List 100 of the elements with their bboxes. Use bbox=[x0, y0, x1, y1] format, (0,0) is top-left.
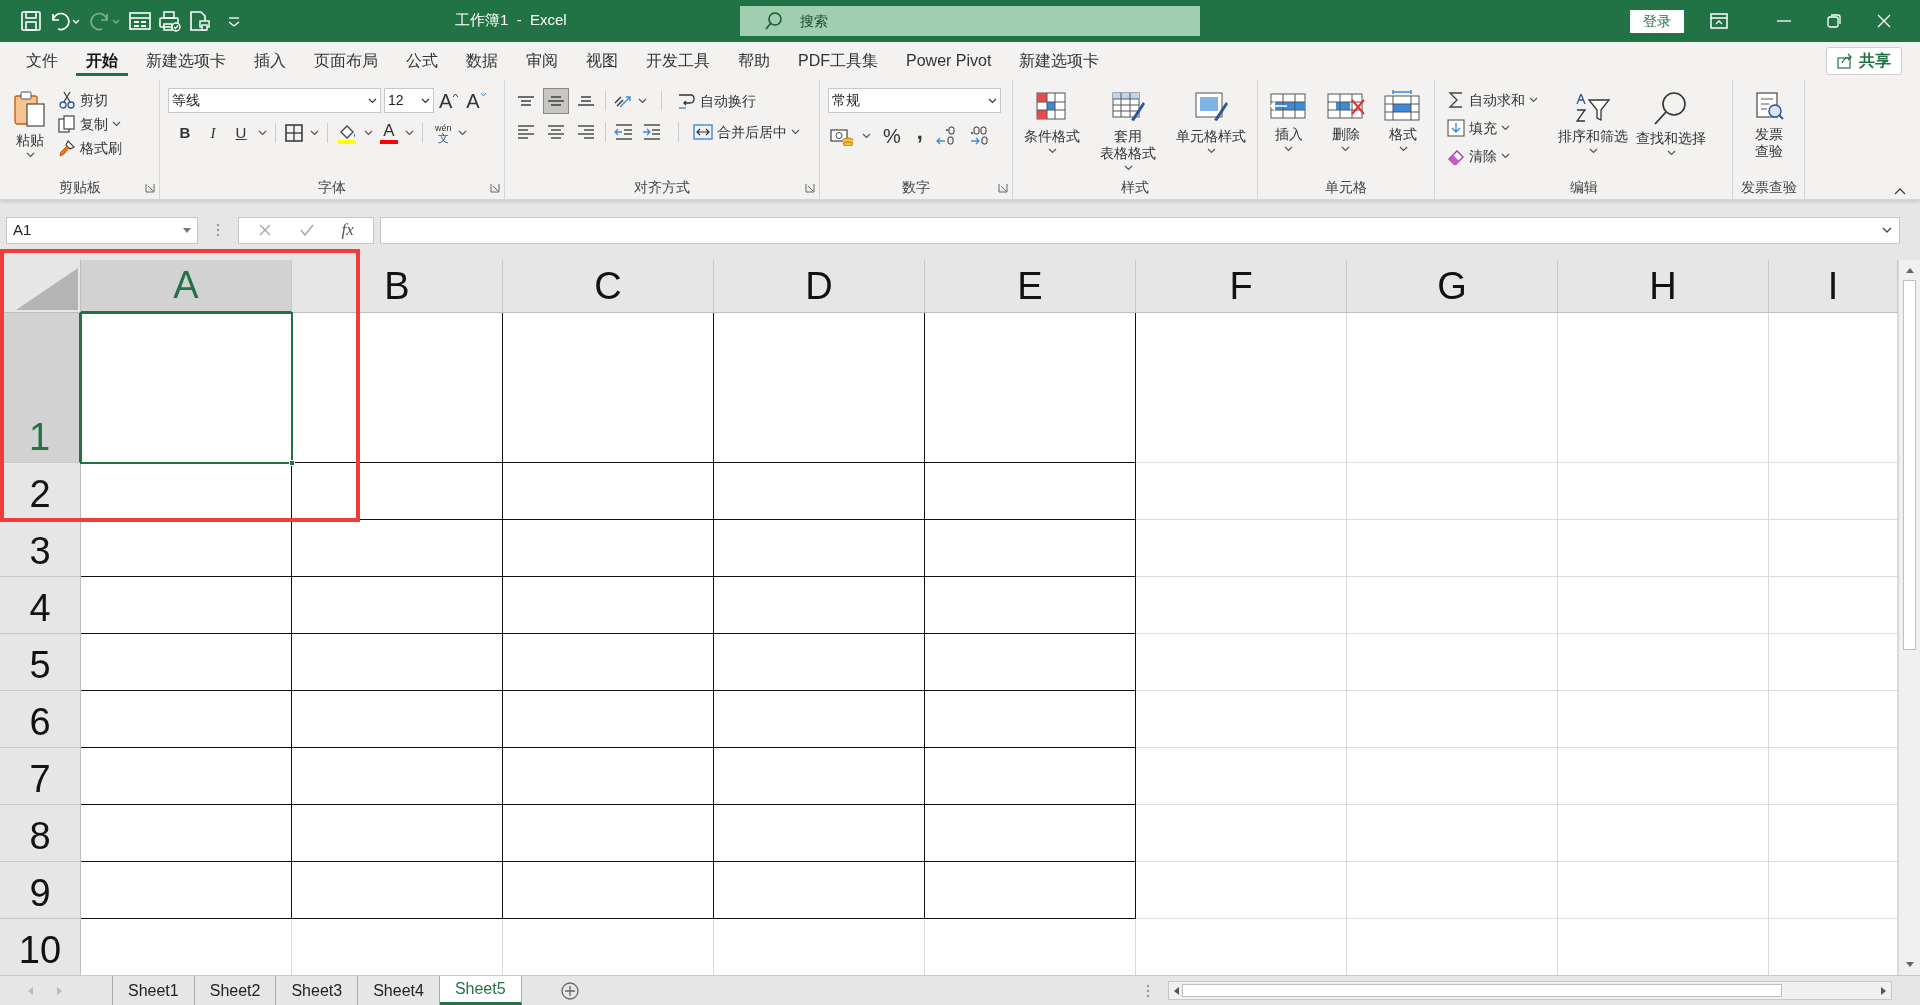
grid-cell[interactable] bbox=[81, 520, 292, 577]
phonetic-button[interactable]: wén 文 bbox=[435, 123, 452, 143]
invoice-check-button[interactable]: 发票 查验 bbox=[1752, 88, 1785, 168]
grid-cell[interactable] bbox=[81, 862, 292, 919]
grid-cell[interactable] bbox=[714, 862, 925, 919]
row-header[interactable]: 7 bbox=[0, 748, 81, 805]
grid-cell[interactable] bbox=[925, 805, 1136, 862]
grid-cell[interactable] bbox=[292, 634, 503, 691]
sort-filter-button[interactable]: 排序和筛选 bbox=[1558, 88, 1628, 168]
menu-tab[interactable]: 公式 bbox=[396, 46, 448, 76]
row-header[interactable]: 5 bbox=[0, 634, 81, 691]
insert-function-button[interactable]: fx bbox=[341, 217, 354, 243]
borders-icon[interactable] bbox=[284, 123, 304, 143]
grid-cell[interactable] bbox=[925, 862, 1136, 919]
sheet-tab[interactable]: Sheet3 bbox=[276, 976, 359, 1005]
menu-tab[interactable]: 页面布局 bbox=[304, 46, 388, 76]
fill-button[interactable]: 填充 bbox=[1447, 116, 1550, 140]
column-header[interactable]: C bbox=[503, 260, 714, 313]
column-header[interactable]: G bbox=[1347, 260, 1558, 313]
menu-tab[interactable]: PDF工具集 bbox=[788, 46, 888, 76]
menu-tab[interactable]: 新建选项卡 bbox=[1009, 46, 1110, 76]
scroll-up-icon[interactable] bbox=[1904, 266, 1915, 274]
grid-cell[interactable] bbox=[503, 748, 714, 805]
cut-button[interactable]: 剪切 bbox=[58, 88, 122, 112]
formula-input[interactable] bbox=[380, 216, 1900, 244]
row-header[interactable]: 9 bbox=[0, 862, 81, 919]
grid-cell[interactable] bbox=[503, 463, 714, 520]
scrollbar-thumb[interactable] bbox=[1182, 984, 1782, 997]
grid-cell[interactable] bbox=[714, 748, 925, 805]
sheet-tab[interactable]: Sheet4 bbox=[358, 976, 440, 1005]
menu-tab[interactable]: Power Pivot bbox=[896, 46, 1002, 76]
grid-cell[interactable] bbox=[925, 313, 1136, 463]
column-header[interactable]: H bbox=[1558, 260, 1769, 313]
grid-cell[interactable] bbox=[714, 313, 925, 463]
fill-handle[interactable] bbox=[289, 460, 295, 466]
underline-button[interactable]: U bbox=[230, 121, 252, 145]
row-header[interactable]: 4 bbox=[0, 577, 81, 634]
dialog-launcher-icon[interactable] bbox=[490, 183, 500, 193]
grid-cell[interactable] bbox=[81, 634, 292, 691]
grid-cell[interactable] bbox=[292, 748, 503, 805]
grid-cell[interactable] bbox=[292, 805, 503, 862]
currency-icon[interactable] bbox=[830, 126, 854, 146]
grid-cell[interactable] bbox=[292, 691, 503, 748]
grid-cell[interactable] bbox=[292, 577, 503, 634]
grid-cell[interactable] bbox=[925, 520, 1136, 577]
wrap-text-button[interactable]: 自动换行 bbox=[676, 89, 756, 113]
format-button[interactable]: 格式 bbox=[1383, 88, 1424, 168]
percent-button[interactable]: % bbox=[879, 121, 905, 151]
clear-button[interactable]: 清除 bbox=[1447, 144, 1550, 168]
grid-cell[interactable] bbox=[503, 805, 714, 862]
font-size-field[interactable]: 12 bbox=[384, 88, 434, 113]
menu-tab[interactable]: 数据 bbox=[456, 46, 508, 76]
grid-cell[interactable] bbox=[81, 805, 292, 862]
dialog-launcher-icon[interactable] bbox=[998, 183, 1008, 193]
column-header[interactable]: F bbox=[1136, 260, 1347, 313]
column-header[interactable]: E bbox=[925, 260, 1136, 313]
close-icon[interactable] bbox=[1876, 13, 1892, 29]
menu-tab[interactable]: 视图 bbox=[576, 46, 628, 76]
menu-tab[interactable]: 新建选项卡 bbox=[136, 46, 236, 76]
grid-cell[interactable] bbox=[714, 805, 925, 862]
menu-tab[interactable]: 插入 bbox=[244, 46, 296, 76]
menu-tab[interactable]: 审阅 bbox=[516, 46, 568, 76]
scroll-right-icon[interactable] bbox=[1880, 985, 1888, 996]
add-sheet-icon[interactable] bbox=[559, 980, 580, 1001]
document-icon[interactable] bbox=[188, 10, 212, 32]
grid-cell[interactable] bbox=[714, 691, 925, 748]
restore-icon[interactable] bbox=[1826, 13, 1842, 29]
printer-icon[interactable] bbox=[158, 10, 182, 32]
grid-cell[interactable] bbox=[925, 691, 1136, 748]
row-header[interactable]: 10 bbox=[0, 919, 81, 975]
grid-cell[interactable] bbox=[503, 862, 714, 919]
collapse-ribbon-icon[interactable] bbox=[1894, 187, 1906, 195]
font-color-button[interactable]: A bbox=[379, 122, 399, 144]
ribbon-display-icon[interactable] bbox=[1709, 12, 1729, 30]
grid-cell[interactable] bbox=[925, 748, 1136, 805]
grid-cell[interactable] bbox=[925, 463, 1136, 520]
grid-cell[interactable] bbox=[81, 691, 292, 748]
save-icon[interactable] bbox=[20, 10, 42, 32]
sheet-tab[interactable]: Sheet2 bbox=[194, 976, 277, 1005]
share-button[interactable]: 共享 bbox=[1826, 47, 1902, 75]
form-icon[interactable] bbox=[128, 10, 152, 32]
grid-cell[interactable] bbox=[81, 748, 292, 805]
align-middle-button[interactable] bbox=[543, 88, 569, 114]
autosum-button[interactable]: 自动求和 bbox=[1447, 88, 1550, 112]
menu-tab[interactable]: 帮助 bbox=[728, 46, 780, 76]
cell-styles-button[interactable]: 单元格样式 bbox=[1176, 88, 1246, 168]
merge-center-button[interactable]: 合并后居中 bbox=[693, 120, 800, 144]
grid-cell[interactable] bbox=[714, 520, 925, 577]
grid-cell[interactable] bbox=[925, 577, 1136, 634]
name-box[interactable]: A1 bbox=[6, 216, 198, 244]
grid-cell[interactable] bbox=[503, 520, 714, 577]
grid-cell[interactable] bbox=[503, 313, 714, 463]
insert-button[interactable]: 插入 bbox=[1268, 88, 1309, 168]
grid-cell[interactable] bbox=[292, 520, 503, 577]
grid-cell[interactable] bbox=[292, 313, 503, 463]
column-header[interactable]: A bbox=[81, 260, 292, 313]
grid-cell[interactable] bbox=[292, 862, 503, 919]
scroll-left-icon[interactable] bbox=[1172, 985, 1180, 996]
sheet-tab[interactable]: Sheet1 bbox=[113, 976, 195, 1005]
grid-cell[interactable] bbox=[81, 313, 292, 463]
